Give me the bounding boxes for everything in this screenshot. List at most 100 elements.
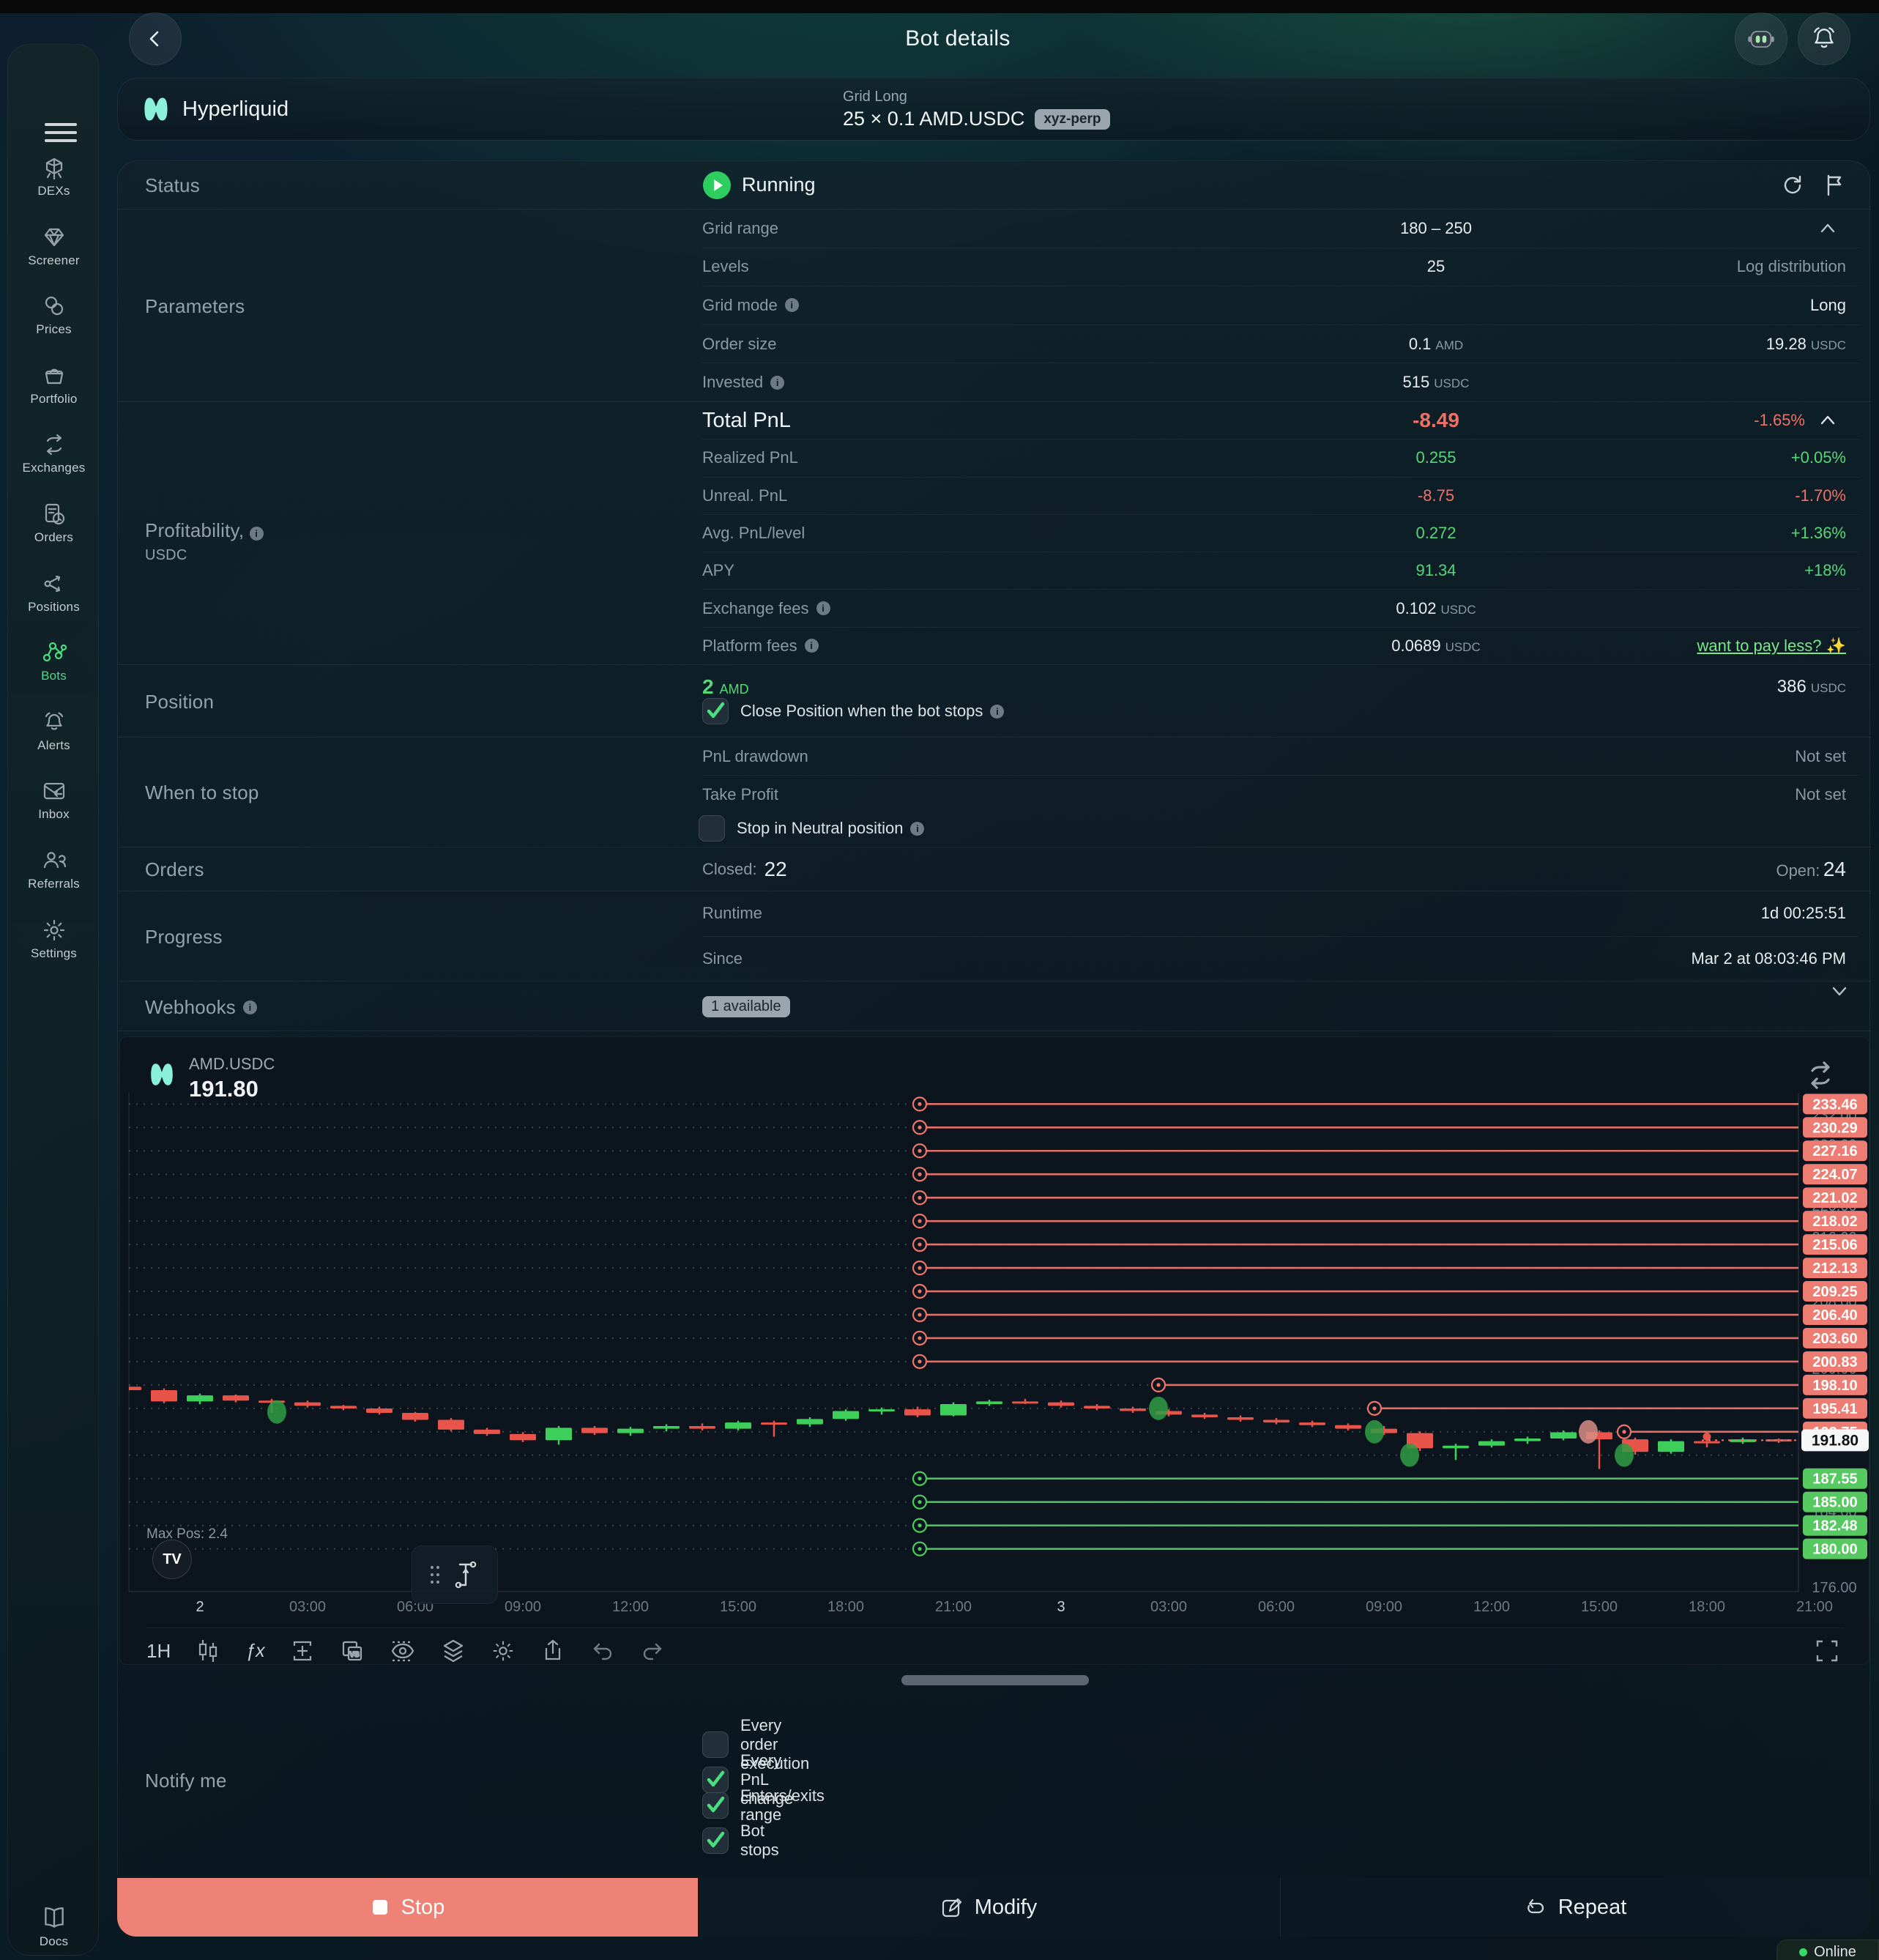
docs-icon	[40, 1904, 68, 1931]
back-button[interactable]	[129, 12, 182, 65]
chevron-left-icon	[146, 29, 165, 48]
online-dot-icon	[1799, 1948, 1807, 1956]
row-label: Exchange feesi	[702, 599, 830, 618]
dexs-icon	[41, 155, 67, 181]
checkbox-checked[interactable]	[702, 1792, 729, 1819]
fullscreen-icon[interactable]	[1815, 1628, 1839, 1663]
detail-row[interactable]: PnL drawdownNot set	[702, 738, 1859, 776]
sidebar-item-dexs[interactable]: DEXs	[8, 155, 100, 198]
detail-row[interactable]: Platform feesi0.0689USDCwant to pay less…	[702, 628, 1859, 664]
info-icon[interactable]: i	[770, 376, 784, 390]
detail-row[interactable]: Total PnL-8.49-1.65%	[702, 402, 1859, 439]
info-icon[interactable]: i	[243, 1001, 257, 1014]
sidebar-item-label: Docs	[8, 1934, 100, 1949]
sidebar-item-prices[interactable]: Prices	[8, 293, 100, 337]
layers-icon[interactable]	[441, 1638, 466, 1663]
detail-row[interactable]: Runtime 1d 00:25:51	[702, 891, 1859, 937]
chevron-down-icon[interactable]	[1830, 981, 1849, 1001]
refresh-icon[interactable]	[1780, 174, 1804, 197]
checkbox-row[interactable]: Stop in Neutral positioni	[699, 815, 924, 842]
svg-text:3: 3	[1057, 1599, 1065, 1615]
chevron-up-icon[interactable]	[1818, 219, 1837, 238]
sidebar-item-settings[interactable]: Settings	[8, 917, 100, 961]
open-orders: Open: 24	[1776, 858, 1846, 881]
alerts-button[interactable]	[1798, 12, 1850, 65]
resize-handle[interactable]	[901, 1675, 1089, 1685]
drawing-tool-chip[interactable]	[412, 1545, 498, 1604]
row-mid-value: 0.1AMD	[1355, 335, 1517, 354]
pay-less-link[interactable]: want to pay less? ✨	[1697, 636, 1847, 656]
interval-1H[interactable]: 1H	[146, 1640, 171, 1663]
sidebar-item-positions[interactable]: Positions	[8, 571, 100, 615]
detail-row[interactable]: Realized PnL0.255+0.05%	[702, 439, 1859, 477]
row-right-value: +18%	[1804, 561, 1846, 580]
sidebar-item-bots[interactable]: Bots	[8, 639, 100, 683]
sidebar-item-inbox[interactable]: Inbox	[8, 778, 100, 822]
sidebar-item-exchanges[interactable]: Exchanges	[8, 431, 100, 475]
checkbox-checked[interactable]	[702, 698, 729, 724]
sidebar-item-docs[interactable]: Docs	[8, 1904, 100, 1949]
candles-icon[interactable]	[196, 1638, 220, 1663]
gear-icon[interactable]	[491, 1638, 516, 1663]
sidebar-item-referrals[interactable]: Referrals	[8, 847, 100, 891]
svg-text:209.25: 209.25	[1812, 1284, 1857, 1300]
compare-icon[interactable]: VS	[340, 1638, 365, 1663]
checkbox-row[interactable]: Close Position when the bot stopsi	[702, 698, 1004, 724]
row-mid-value: 0.0689USDC	[1355, 636, 1517, 656]
detail-row[interactable]: Investedi515USDC	[702, 363, 1859, 401]
swap-symbol-icon[interactable]	[1804, 1059, 1837, 1095]
info-icon[interactable]: i	[990, 705, 1004, 719]
detail-row[interactable]: Take ProfitNot set	[702, 776, 1859, 813]
drag-dots-icon[interactable]	[429, 1564, 441, 1585]
detail-row[interactable]: SinceMar 2 at 08:03:46 PM	[702, 937, 1859, 981]
checkbox-checked[interactable]	[702, 1827, 729, 1854]
status-value: Running	[742, 174, 816, 196]
fx-indicators-icon[interactable]: ƒx	[245, 1641, 264, 1662]
detail-row[interactable]: Unreal. PnL-8.75-1.70%	[702, 478, 1859, 515]
bot-pair: 25 × 0.1 AMD.USDC	[843, 108, 1024, 130]
hide-drawings-icon[interactable]	[390, 1638, 416, 1663]
share-icon[interactable]	[540, 1638, 565, 1663]
sidebar-item-alerts[interactable]: Alerts	[8, 709, 100, 753]
info-icon[interactable]: i	[816, 601, 830, 615]
sidebar-item-orders[interactable]: Orders	[8, 501, 100, 545]
detail-row[interactable]: Levels25Log distribution	[702, 248, 1859, 287]
info-icon[interactable]: i	[250, 527, 264, 541]
undo-icon[interactable]	[590, 1638, 615, 1663]
sidebar-item-portfolio[interactable]: Portfolio	[8, 363, 100, 407]
modify-button[interactable]: Modify	[698, 1878, 1280, 1937]
checkbox-row[interactable]: Enters/exits range	[702, 1786, 825, 1824]
price-chart[interactable]: 203:0006:0009:0012:0015:0018:0021:00303:…	[119, 1036, 1869, 1665]
info-icon[interactable]: i	[910, 822, 924, 836]
svg-text:06:00: 06:00	[1258, 1599, 1295, 1615]
row-right-value: 1d 00:25:51	[1761, 904, 1846, 923]
chevron-up-icon[interactable]	[1818, 411, 1837, 430]
redo-icon[interactable]	[640, 1638, 665, 1663]
closed-orders-count: 22	[764, 858, 787, 881]
tradingview-logo[interactable]: TV	[152, 1540, 192, 1579]
assistant-button[interactable]	[1735, 12, 1787, 65]
detail-row[interactable]: Avg. PnL/level0.272+1.36%	[702, 515, 1859, 552]
measure-ruler-icon[interactable]	[451, 1559, 480, 1591]
repeat-button[interactable]: Repeat	[1280, 1878, 1870, 1937]
checkbox-unchecked[interactable]	[699, 815, 725, 842]
row-mid-value: 515USDC	[1355, 373, 1517, 392]
detail-row[interactable]: Exchange feesi0.102USDC	[702, 590, 1859, 627]
detail-row[interactable]: Grid range180 – 250	[702, 209, 1859, 248]
hamburger-icon[interactable]	[45, 118, 77, 140]
info-icon[interactable]: i	[785, 298, 799, 312]
row-label: APY	[702, 561, 734, 580]
row-label: PnL drawdown	[702, 747, 808, 766]
flag-icon[interactable]	[1824, 174, 1846, 197]
bot-header-card[interactable]: Hyperliquid Grid Long 25 × 0.1 AMD.USDC …	[117, 78, 1870, 141]
row-label: Runtime	[702, 904, 762, 923]
closed-orders-label: Closed:	[702, 860, 757, 879]
detail-row[interactable]: APY91.34+18%	[702, 552, 1859, 590]
stop-button[interactable]: Stop	[117, 1878, 698, 1937]
detail-row[interactable]: Order size0.1AMD19.28USDC	[702, 325, 1859, 364]
detail-row[interactable]: Grid modeiLong	[702, 286, 1859, 325]
info-icon[interactable]: i	[805, 639, 819, 653]
sidebar-item-screener[interactable]: Screener	[8, 224, 100, 268]
checkbox-row[interactable]: Bot stops	[702, 1822, 779, 1860]
expand-icon[interactable]	[290, 1638, 315, 1663]
